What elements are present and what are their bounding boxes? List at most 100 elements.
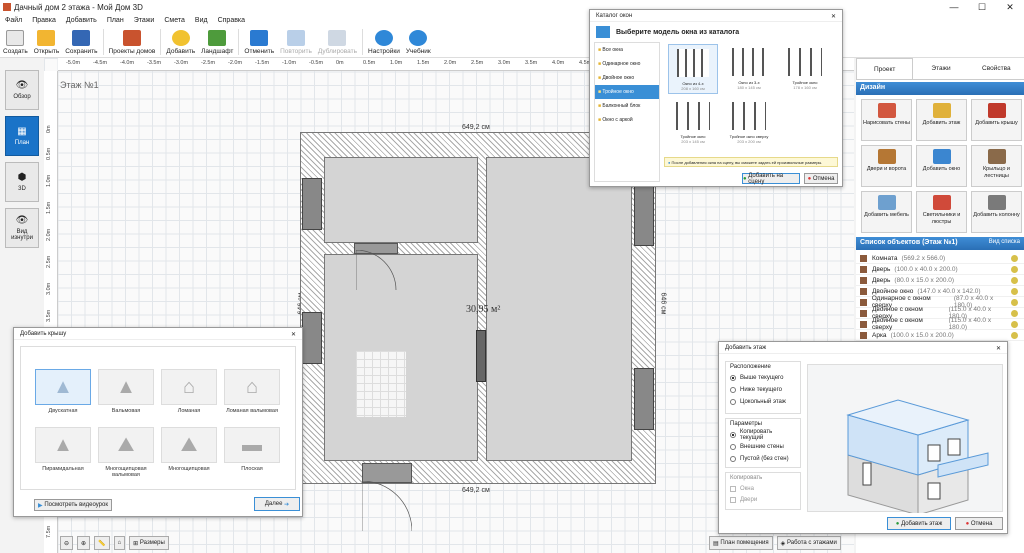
- tab-3d[interactable]: ⬢ 3D: [5, 162, 39, 202]
- tab-properties[interactable]: Свойства: [969, 58, 1024, 79]
- catalog-item[interactable]: Окно из 3-х 180 x 145 см: [724, 44, 774, 94]
- checkbox-windows[interactable]: Окна: [730, 483, 796, 494]
- lights-button[interactable]: Светильники и люстры: [916, 191, 967, 233]
- radio-basement[interactable]: Цокольный этаж: [730, 396, 796, 408]
- list-item[interactable]: Дверь (80.0 x 15.0 x 200.0): [856, 275, 1024, 286]
- roof-type-pyramid[interactable]: ▲ Пирамидальная: [35, 427, 91, 472]
- roof-type-hip[interactable]: ▲ Вальмовая: [98, 369, 154, 414]
- close-icon[interactable]: ✕: [996, 345, 1001, 352]
- radio-outer-walls[interactable]: Внешние стены: [730, 441, 796, 453]
- menu-plan[interactable]: План: [102, 17, 129, 24]
- catalog-item[interactable]: Тройное окно 178 x 160 см: [780, 44, 830, 94]
- watch-video-button[interactable]: ▶ Посмотреть видеоурок: [34, 499, 112, 511]
- visibility-icon[interactable]: [1011, 331, 1018, 339]
- menu-estimate[interactable]: Смета: [159, 17, 190, 24]
- stairs-button[interactable]: Крыльцо и лестницы: [971, 145, 1022, 187]
- visibility-icon[interactable]: [1011, 254, 1018, 262]
- tab-plan[interactable]: ▦ План: [5, 116, 39, 156]
- category-item[interactable]: ■ Окно с аркой: [595, 113, 659, 127]
- add-to-scene-button[interactable]: ● Добавить на сцену: [742, 173, 800, 185]
- tab-floors[interactable]: Этажи: [913, 58, 968, 79]
- menu-file[interactable]: Файл: [0, 17, 27, 24]
- house-projects-button[interactable]: Проекты домов: [106, 30, 159, 57]
- list-view-toggle[interactable]: Вид списка: [989, 239, 1020, 248]
- open-button[interactable]: Открыть: [31, 30, 63, 57]
- landscape-button[interactable]: Ландшафт: [198, 30, 236, 57]
- visibility-icon[interactable]: [1011, 309, 1018, 317]
- add-window-button[interactable]: Добавить окно: [916, 145, 967, 187]
- doors-button[interactable]: Двери и ворота: [861, 145, 912, 187]
- menu-add[interactable]: Добавить: [61, 17, 102, 24]
- dimensions-button[interactable]: ⊞ Размеры: [129, 536, 169, 550]
- radio-copy-current[interactable]: Копировать текущий: [730, 429, 796, 441]
- menu-edit[interactable]: Правка: [27, 17, 61, 24]
- create-button[interactable]: Создать: [0, 30, 31, 57]
- stairs[interactable]: [356, 351, 406, 417]
- close-icon[interactable]: ✕: [831, 13, 836, 20]
- next-button[interactable]: Далее ➔: [254, 497, 300, 511]
- close-icon[interactable]: ✕: [291, 331, 296, 338]
- roof-type-mansard-hip[interactable]: ⌂ Ломаная вальмовая: [224, 369, 280, 414]
- undo-button[interactable]: Отменить: [241, 30, 277, 57]
- draw-walls-button[interactable]: Нарисовать стены: [861, 99, 912, 141]
- category-item[interactable]: ■ Двойное окно: [595, 71, 659, 85]
- visibility-icon[interactable]: [1011, 320, 1018, 328]
- category-item[interactable]: ■ Одинарное окно: [595, 57, 659, 71]
- radio-above[interactable]: Выше текущего: [730, 372, 796, 384]
- settings-button[interactable]: Настройки: [365, 30, 403, 57]
- category-item[interactable]: ■ Балконный блок: [595, 99, 659, 113]
- tab-inside-view[interactable]: 👁 Вид изнутри: [5, 208, 39, 248]
- room-plan-button[interactable]: ▤ План помещения: [709, 536, 773, 550]
- list-item[interactable]: Двойное с окном сверху (115.0 x 40.0 x 18…: [856, 317, 1024, 331]
- ruler-button[interactable]: 📏: [94, 536, 110, 550]
- tab-project[interactable]: Проект: [856, 58, 914, 79]
- cancel-button[interactable]: ● Отмена: [804, 173, 838, 184]
- roof-type-gable[interactable]: ▲ Двускатная: [35, 369, 91, 414]
- redo-button[interactable]: Повторить: [277, 30, 315, 57]
- duplicate-button[interactable]: Дублировать: [315, 30, 360, 57]
- add-furniture-button[interactable]: Добавить мебель: [861, 191, 912, 233]
- checkbox-doors[interactable]: Двери: [730, 494, 796, 505]
- add-floor-button[interactable]: Добавить этаж: [916, 99, 967, 141]
- list-item[interactable]: Арка (100.0 x 15.0 x 200.0): [856, 330, 1024, 341]
- menu-view[interactable]: Вид: [190, 17, 213, 24]
- door[interactable]: [476, 330, 486, 382]
- list-item[interactable]: Дверь (100.0 x 40.0 x 200.0): [856, 264, 1024, 275]
- window[interactable]: [302, 312, 322, 364]
- radio-below[interactable]: Ниже текущего: [730, 384, 796, 396]
- zoom-out-button[interactable]: ⊖: [60, 536, 74, 550]
- add-column-button[interactable]: Добавить колонну: [971, 191, 1022, 233]
- floors-work-button[interactable]: ◈ Работа с этажами: [776, 536, 841, 550]
- visibility-icon[interactable]: [1011, 287, 1018, 295]
- window[interactable]: [634, 368, 654, 430]
- add-roof-button[interactable]: Добавить крышу: [971, 99, 1022, 141]
- room[interactable]: [486, 157, 632, 461]
- visibility-icon[interactable]: [1011, 265, 1018, 273]
- catalog-item[interactable]: Тройное окно сверху 203 x 200 см: [724, 98, 774, 148]
- add-button[interactable]: Добавить: [163, 30, 198, 57]
- catalog-item[interactable]: Окно из 4-х 208 x 160 см: [668, 44, 718, 94]
- category-item-selected[interactable]: ■ Тройное окно: [595, 85, 659, 99]
- window[interactable]: [302, 178, 322, 230]
- minimize-button[interactable]: —: [940, 0, 968, 14]
- entrance-door[interactable]: [362, 463, 412, 483]
- add-floor-confirm-button[interactable]: ● Добавить этаж: [887, 517, 951, 530]
- roof-type-flat[interactable]: ▬ Плоская: [224, 427, 280, 472]
- roof-type-multi-gable-hip[interactable]: ⛰ Многощипцовая вальмовая: [98, 427, 154, 478]
- visibility-icon[interactable]: [1011, 298, 1018, 306]
- close-button[interactable]: ✕: [996, 0, 1024, 14]
- home-button[interactable]: ⌂: [113, 536, 126, 550]
- tutorial-button[interactable]: Учебник: [403, 30, 434, 57]
- category-item[interactable]: ■ Все окна: [595, 43, 659, 57]
- zoom-in-button[interactable]: ⊕: [77, 536, 91, 550]
- radio-empty[interactable]: Пустой (без стен): [730, 453, 796, 465]
- cancel-button[interactable]: ● Отмена: [955, 517, 1003, 530]
- catalog-item[interactable]: Тройное окно 203 x 145 см: [668, 98, 718, 148]
- roof-type-mansard[interactable]: ⌂ Ломаная: [161, 369, 217, 414]
- tab-overview[interactable]: 👁 Обзор: [5, 70, 39, 110]
- visibility-icon[interactable]: [1011, 276, 1018, 284]
- list-item[interactable]: Комната (569.2 x 566.0): [856, 253, 1024, 264]
- room[interactable]: [324, 157, 478, 243]
- window[interactable]: [634, 184, 654, 246]
- save-button[interactable]: Сохранить: [62, 30, 100, 57]
